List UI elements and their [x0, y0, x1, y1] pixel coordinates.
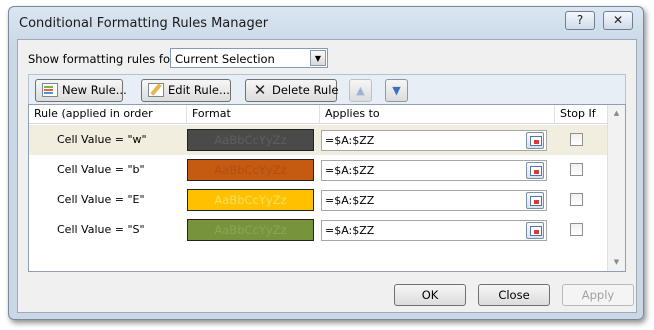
range-select-icon[interactable] [526, 192, 544, 209]
rule-row[interactable]: Cell Value = "E" AaBbCcYyZz =$A:$ZZ [29, 185, 607, 215]
column-header-stop-if-true: Stop If True [560, 107, 596, 138]
range-select-icon[interactable] [526, 222, 544, 239]
scroll-down-icon[interactable]: ▼ [608, 254, 625, 271]
scroll-up-icon[interactable]: ▲ [608, 105, 625, 122]
edit-rule-label: Edit Rule... [168, 83, 230, 97]
close-button[interactable]: Close [478, 284, 550, 306]
applies-to-field[interactable]: =$A:$ZZ [321, 220, 547, 241]
move-down-button[interactable]: ▼ [385, 79, 408, 102]
ok-button[interactable]: OK [394, 284, 466, 306]
vertical-scrollbar[interactable]: ▲ ▼ [607, 105, 625, 271]
column-header-rule: Rule (applied in order shown) [29, 105, 187, 138]
new-rule-button[interactable]: New Rule... [35, 79, 127, 102]
show-rules-selected: Current Selection [175, 52, 275, 66]
delete-rule-label: Delete Rule [272, 83, 339, 97]
rule-row[interactable]: Cell Value = "w" AaBbCcYyZz =$A:$ZZ [29, 125, 607, 155]
stop-if-true-checkbox[interactable] [570, 223, 583, 236]
move-up-button[interactable]: ▲ [349, 79, 372, 102]
close-window-button[interactable]: ✕ [603, 11, 633, 30]
applies-to-field[interactable]: =$A:$ZZ [321, 190, 547, 211]
show-rules-dropdown[interactable]: Current Selection ▼ [170, 48, 328, 68]
edit-rule-icon [148, 82, 164, 97]
rule-condition: Cell Value = "w" [57, 133, 147, 146]
delete-rule-button[interactable]: ✕ Delete Rule [245, 79, 339, 102]
grid-header: Rule (applied in order shown) Format App… [29, 105, 607, 138]
rules-toolbar: New Rule... Edit Rule... ✕ Delete Rule ▲ … [28, 74, 626, 104]
conditional-formatting-dialog: Conditional Formatting Rules Manager ? ✕… [8, 6, 644, 320]
format-preview: AaBbCcYyZz [187, 129, 314, 151]
range-select-icon[interactable] [526, 162, 544, 179]
range-select-icon[interactable] [526, 132, 544, 149]
dialog-body: Show formatting rules for: Current Selec… [17, 39, 637, 313]
show-rules-label: Show formatting rules for: [28, 52, 179, 66]
new-rule-label: New Rule... [62, 83, 127, 97]
rule-condition: Cell Value = "E" [57, 193, 145, 206]
column-header-applies-to: Applies to [320, 105, 555, 124]
applies-to-value: =$A:$ZZ [325, 164, 375, 177]
applies-to-value: =$A:$ZZ [325, 134, 375, 147]
rules-grid: Rule (applied in order shown) Format App… [28, 104, 626, 272]
format-preview: AaBbCcYyZz [187, 189, 314, 211]
rule-condition: Cell Value = "b" [57, 163, 145, 176]
applies-to-value: =$A:$ZZ [325, 194, 375, 207]
rule-condition: Cell Value = "S" [57, 223, 145, 236]
stop-if-true-checkbox[interactable] [570, 193, 583, 206]
format-preview: AaBbCcYyZz [187, 159, 314, 181]
chevron-down-icon[interactable]: ▼ [310, 50, 326, 66]
rule-row[interactable]: Cell Value = "b" AaBbCcYyZz =$A:$ZZ [29, 155, 607, 185]
rule-row[interactable]: Cell Value = "S" AaBbCcYyZz =$A:$ZZ [29, 215, 607, 245]
edit-rule-button[interactable]: Edit Rule... [141, 79, 231, 102]
help-button[interactable]: ? [565, 11, 595, 30]
applies-to-value: =$A:$ZZ [325, 224, 375, 237]
applies-to-field[interactable]: =$A:$ZZ [321, 130, 547, 151]
delete-x-icon: ✕ [253, 80, 267, 99]
stop-if-true-checkbox[interactable] [570, 163, 583, 176]
new-rule-icon [42, 82, 58, 97]
applies-to-field[interactable]: =$A:$ZZ [321, 160, 547, 181]
dialog-title: Conditional Formatting Rules Manager [19, 16, 269, 31]
stop-if-true-checkbox[interactable] [570, 133, 583, 146]
column-header-format: Format [187, 105, 320, 124]
apply-button[interactable]: Apply [562, 284, 634, 306]
format-preview: AaBbCcYyZz [187, 219, 314, 241]
